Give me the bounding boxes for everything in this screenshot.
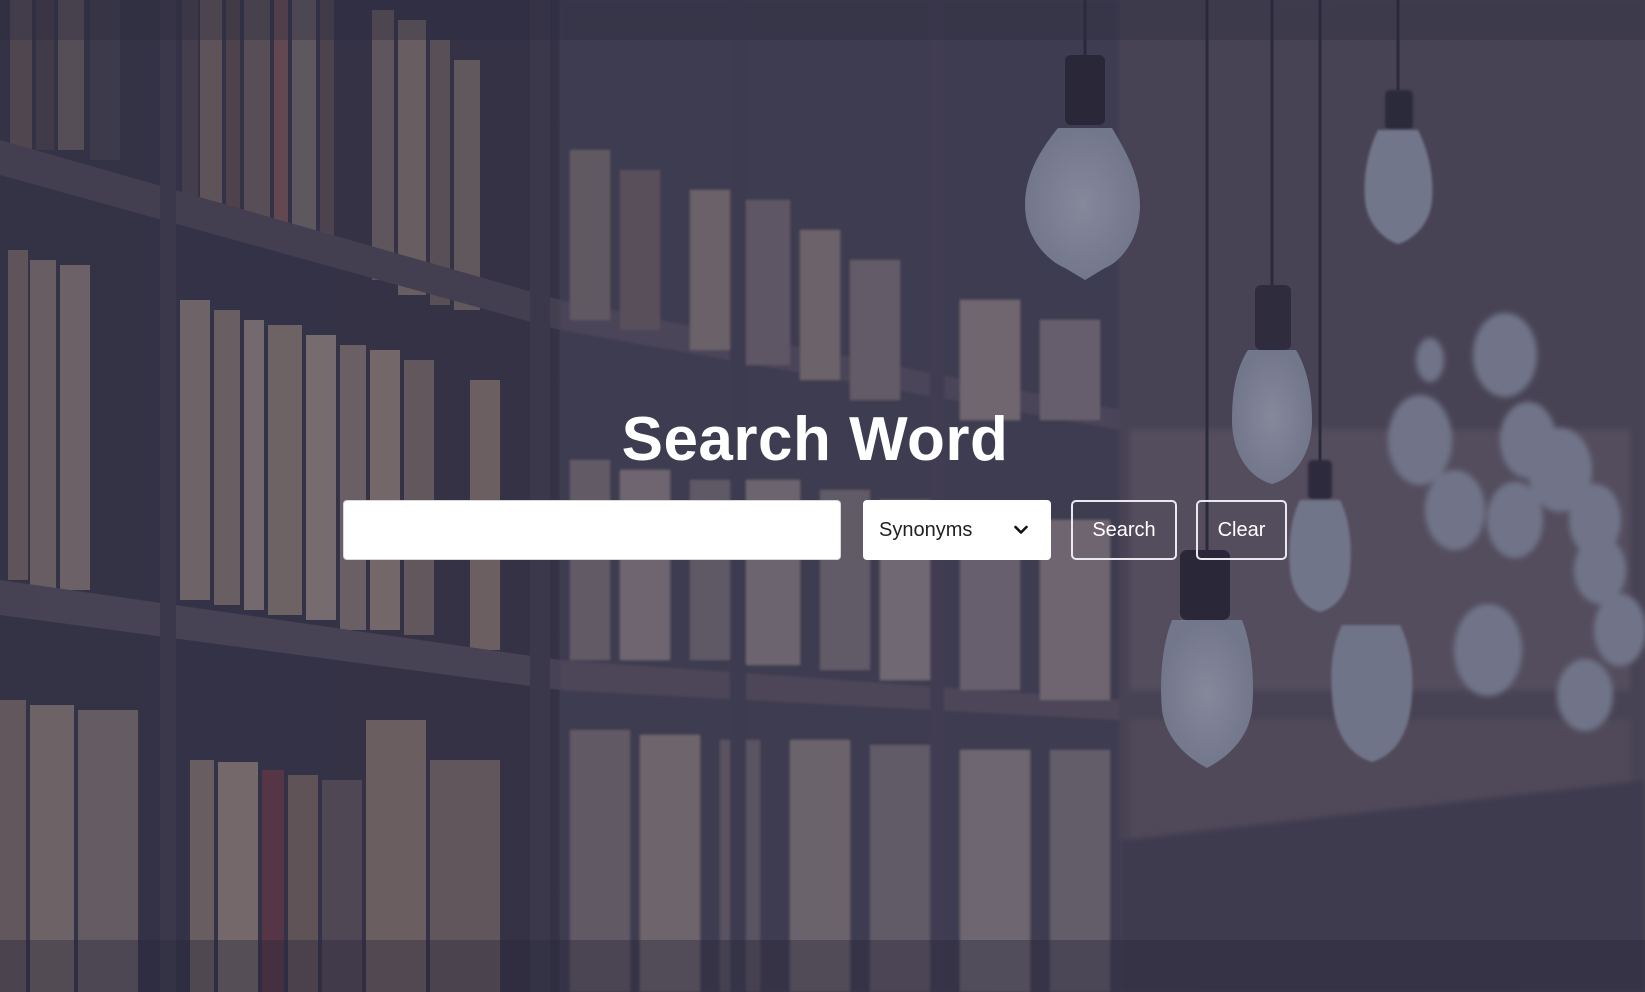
search-button[interactable]: Search xyxy=(1071,500,1177,560)
page-title: Search Word xyxy=(621,405,1009,474)
mode-select[interactable]: Synonyms xyxy=(863,500,1051,560)
chevron-down-icon xyxy=(1014,525,1028,534)
clear-button[interactable]: Clear xyxy=(1196,500,1287,560)
search-panel: Search Word Synonyms Search Clear xyxy=(0,0,1645,992)
search-input[interactable] xyxy=(343,500,841,560)
page-root: Search Word Synonyms Search Clear xyxy=(0,0,1645,992)
mode-select-value: Synonyms xyxy=(879,519,973,541)
